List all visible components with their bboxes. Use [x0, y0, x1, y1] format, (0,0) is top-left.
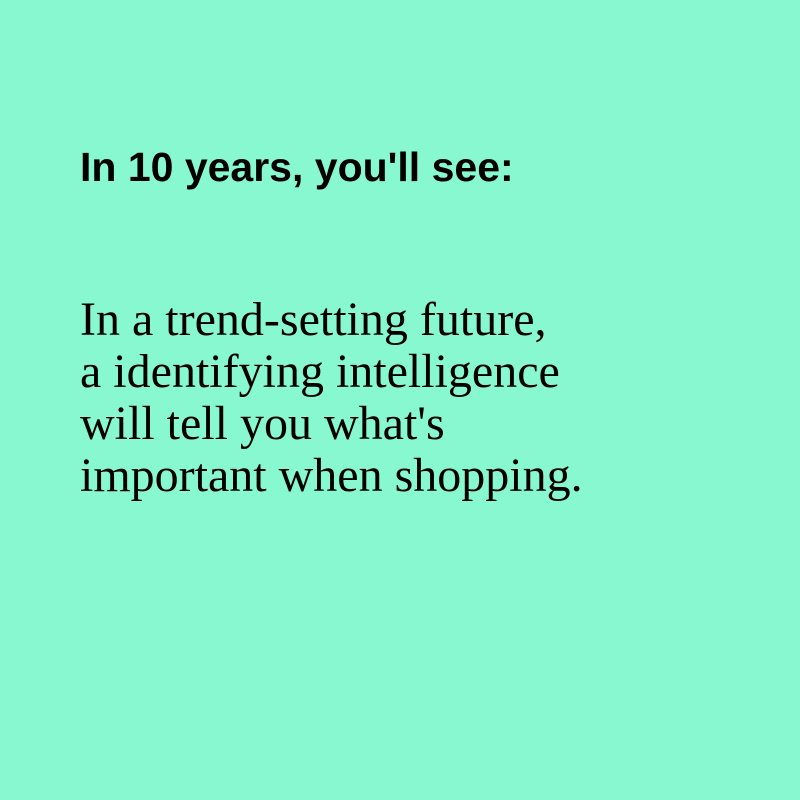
quote-card: In 10 years, you'll see: In a trend-sett… — [0, 0, 800, 800]
body-line-4: important when shopping. — [80, 449, 583, 502]
headline: In 10 years, you'll see: — [80, 144, 514, 190]
body-line-1: In a trend-setting future, — [80, 293, 547, 346]
body-line-2: a identifying intelligence — [80, 345, 560, 398]
body-text: In a trend-setting future, a identifying… — [80, 294, 583, 502]
body-line-3: will tell you what's — [80, 397, 445, 450]
